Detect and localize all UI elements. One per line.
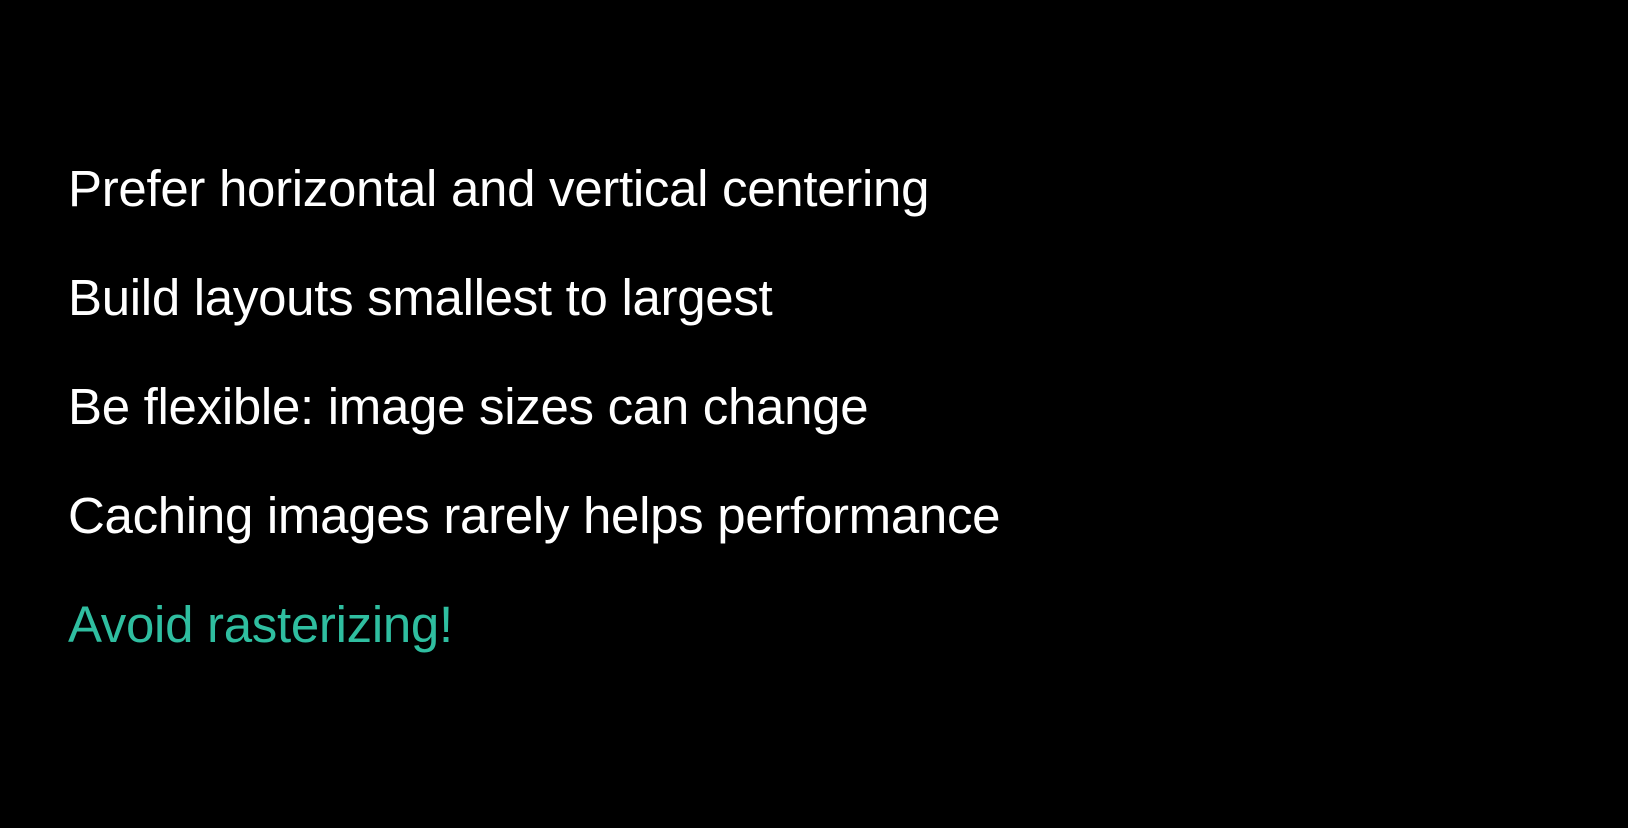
bullet-list: Prefer horizontal and vertical centering… [68, 160, 1001, 705]
bullet-item: Be flexible: image sizes can change [68, 378, 869, 435]
presentation-slide: Prefer horizontal and vertical centering… [0, 0, 1628, 828]
bullet-item: Prefer horizontal and vertical centering [68, 160, 930, 217]
bullet-item: Caching images rarely helps performance [68, 487, 1001, 544]
bullet-item: Build layouts smallest to largest [68, 269, 773, 326]
highlighted-bullet-item: Avoid rasterizing! [68, 596, 453, 653]
